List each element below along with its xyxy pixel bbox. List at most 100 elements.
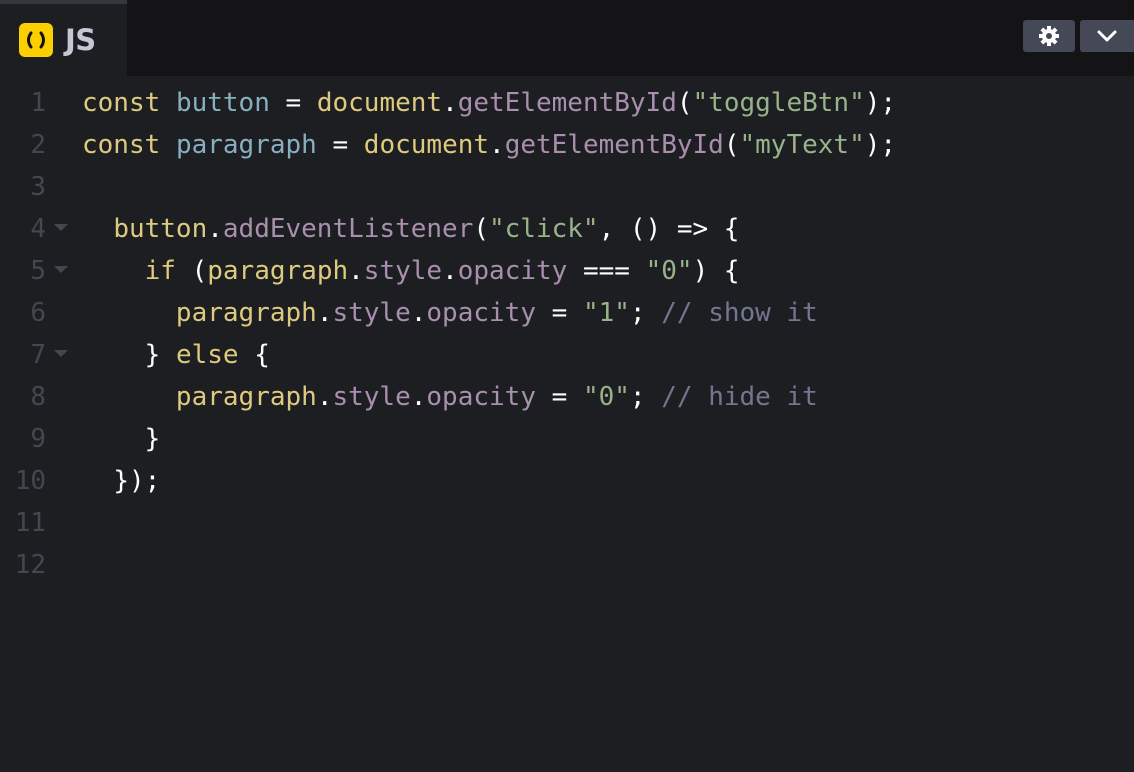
line-number: 7 <box>30 340 46 370</box>
code-token: = <box>316 130 364 160</box>
code-token: "0" <box>645 256 693 286</box>
code-token: . <box>410 382 427 412</box>
code-token: . <box>442 256 458 286</box>
code-token: opacity <box>426 382 536 412</box>
fold-arrow-icon[interactable] <box>54 350 68 357</box>
code-line: } <box>82 418 896 460</box>
tab-label: JS <box>65 23 96 57</box>
line-number: 9 <box>30 424 46 454</box>
code-token: getElementById <box>504 130 724 160</box>
code-token: ( <box>473 214 489 244</box>
code-token: const <box>82 88 161 118</box>
code-token: ; <box>629 298 662 328</box>
code-token: ); <box>864 88 897 118</box>
code-token: else <box>175 340 239 370</box>
js-file-icon <box>19 23 53 57</box>
code-token: style <box>332 382 411 412</box>
code-token: . <box>410 298 427 328</box>
code-token: // show it <box>661 298 818 328</box>
code-token: "toggleBtn" <box>692 88 865 118</box>
code-token: button <box>113 214 208 244</box>
code-token: style <box>363 256 443 286</box>
code-token: ( <box>723 130 740 160</box>
collapse-button[interactable] <box>1080 20 1134 52</box>
chevron-down-icon <box>1097 30 1117 42</box>
code-editor[interactable]: 1 2 3 4 5 6 7 8 9 10 11 12 const button … <box>0 76 1134 772</box>
fold-arrow-icon[interactable] <box>54 224 68 231</box>
code-line: button.addEventListener("click", () => { <box>82 208 896 250</box>
code-token: . <box>442 88 458 118</box>
code-token: = <box>535 382 583 412</box>
line-number: 5 <box>30 256 46 286</box>
gear-icon <box>1039 26 1059 46</box>
code-token: . <box>316 298 333 328</box>
code-token: ); <box>864 130 897 160</box>
code-token: ; <box>629 382 662 412</box>
fold-arrow-icon[interactable] <box>54 266 68 273</box>
line-number: 4 <box>30 214 46 244</box>
code-token: getElementById <box>457 88 677 118</box>
code-token: ) { <box>692 256 740 286</box>
code-token: button <box>175 88 270 118</box>
code-line: } else { <box>82 334 896 376</box>
code-token: paragraph <box>175 130 317 160</box>
code-token: { <box>238 340 270 370</box>
code-token: . <box>207 214 223 244</box>
line-number: 1 <box>30 88 46 118</box>
code-token: . <box>489 130 505 160</box>
code-token: }); <box>113 466 161 496</box>
code-token: document <box>363 130 490 160</box>
code-token: "0" <box>582 382 630 412</box>
line-number: 6 <box>30 298 46 328</box>
line-number: 3 <box>30 172 46 202</box>
code-token: === <box>567 256 646 286</box>
line-number: 8 <box>30 382 46 412</box>
code-token: ( <box>175 256 208 286</box>
code-token: "myText" <box>739 130 865 160</box>
code-token: opacity <box>426 298 536 328</box>
code-token: = <box>535 298 583 328</box>
settings-button[interactable] <box>1023 20 1075 52</box>
code-line: }); <box>82 460 896 502</box>
code-token: . <box>316 382 333 412</box>
code-token: paragraph <box>207 256 349 286</box>
line-number-gutter: 1 2 3 4 5 6 7 8 9 10 11 12 <box>0 82 80 586</box>
line-number: 2 <box>30 130 46 160</box>
code-line: const button = document.getElementById("… <box>82 82 896 124</box>
code-content[interactable]: const button = document.getElementById("… <box>82 82 896 586</box>
editor-header: JS <box>0 0 1134 76</box>
code-line: const paragraph = document.getElementByI… <box>82 124 896 166</box>
code-line: paragraph.style.opacity = "0"; // hide i… <box>82 376 896 418</box>
code-line: paragraph.style.opacity = "1"; // show i… <box>82 292 896 334</box>
code-token: // hide it <box>661 382 818 412</box>
code-token: addEventListener <box>222 214 474 244</box>
code-token: "1" <box>582 298 630 328</box>
code-token: const <box>82 130 161 160</box>
code-token: "click" <box>489 214 599 244</box>
line-number: 12 <box>14 550 46 580</box>
code-token: document <box>316 88 443 118</box>
code-token: style <box>332 298 411 328</box>
code-token: opacity <box>457 256 568 286</box>
code-token: ( <box>676 88 693 118</box>
code-token: if <box>144 256 176 286</box>
code-token: = <box>269 88 317 118</box>
code-token: paragraph <box>175 298 317 328</box>
line-number: 11 <box>14 508 46 538</box>
code-token: } <box>144 340 176 370</box>
code-token: paragraph <box>175 382 317 412</box>
line-number: 10 <box>14 466 46 496</box>
tab-js[interactable]: JS <box>0 0 127 76</box>
